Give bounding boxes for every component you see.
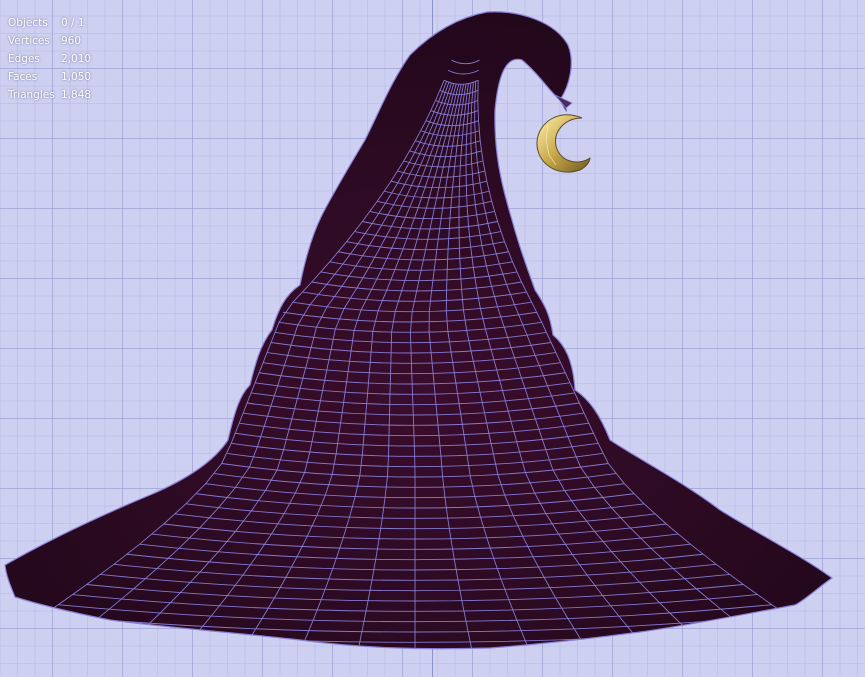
- 3d-viewport[interactable]: Objects 0 / 1 Vertices 960 Edges 2,010 F…: [0, 0, 865, 677]
- crescent-moon-icon[interactable]: [536, 114, 591, 173]
- hat-body[interactable]: [4, 11, 834, 650]
- witch-hat-mesh[interactable]: [0, 0, 865, 677]
